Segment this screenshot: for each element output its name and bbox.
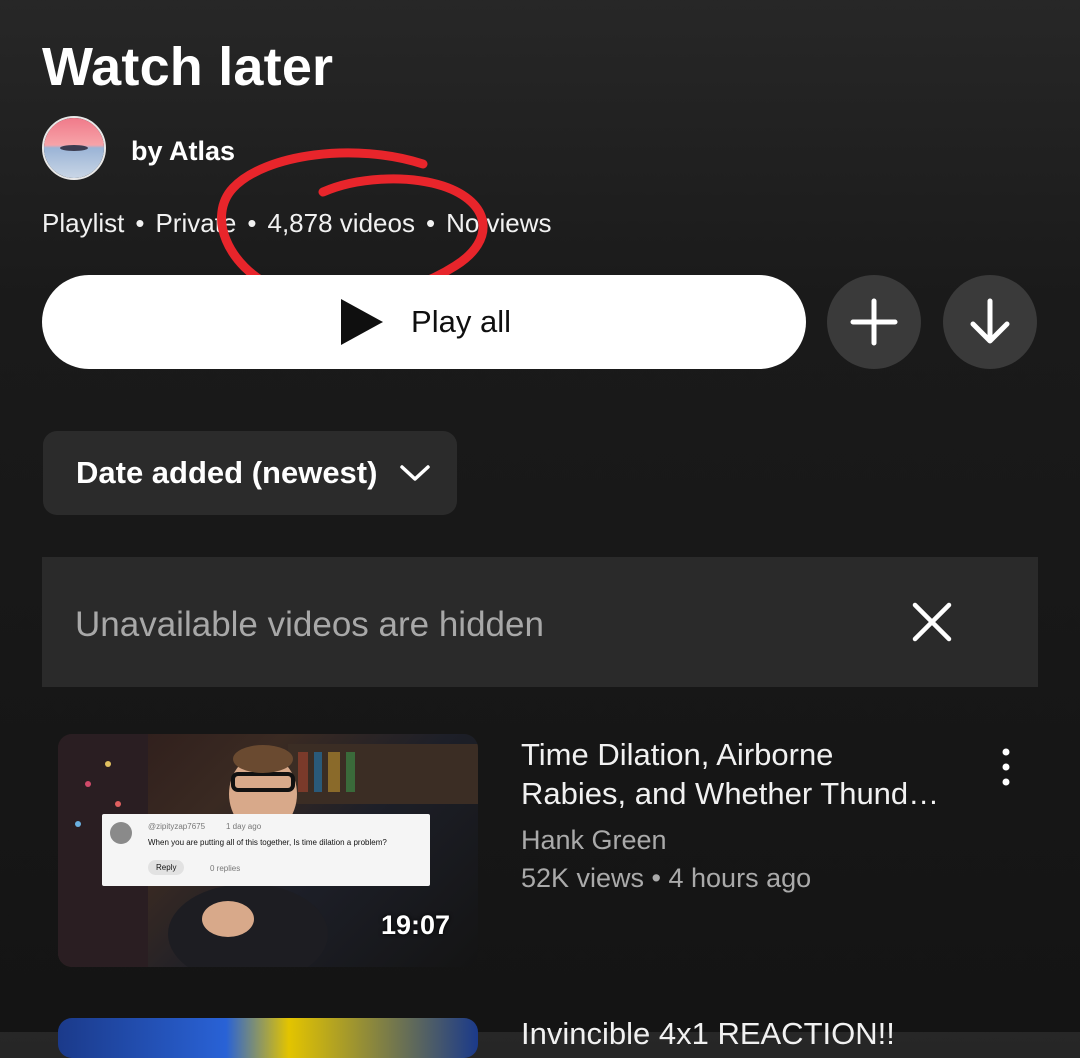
sort-selected-label: Date added (newest) <box>76 455 378 490</box>
meta-views: No views <box>446 208 552 238</box>
comment-avatar <box>110 822 132 844</box>
play-icon <box>341 299 384 345</box>
comment-reply: Reply <box>148 860 185 875</box>
meta-separator: • <box>247 208 257 238</box>
comment-text: When you are putting all of this togethe… <box>148 838 387 847</box>
video-channel[interactable]: Hank Green <box>521 825 667 856</box>
download-arrow-icon <box>970 298 1010 344</box>
meta-separator: • <box>425 208 436 238</box>
add-to-button[interactable] <box>827 275 921 369</box>
meta-privacy: Private <box>155 208 237 238</box>
page-title: Watch later <box>42 37 334 97</box>
plus-icon <box>850 298 898 346</box>
video-duration: 19:07 <box>380 910 450 940</box>
thumbnail-comment-card: @zipityzap7675 1 day ago When you are pu… <box>102 814 430 886</box>
meta-type: Playlist <box>42 208 125 238</box>
download-button[interactable] <box>943 275 1037 369</box>
play-all-button[interactable]: Play all <box>42 275 806 369</box>
play-all-label: Play all <box>411 304 511 339</box>
avatar[interactable] <box>42 116 106 180</box>
meta-separator: • <box>135 208 145 238</box>
video-title-line1: Time Dilation, Airborne <box>521 737 834 772</box>
playlist-meta: Playlist • Private • 4,878 videos • No views <box>42 208 552 239</box>
playlist-owner[interactable]: by Atlas <box>131 136 235 167</box>
comment-replies: 0 replies <box>210 864 241 873</box>
video-title[interactable]: Time Dilation, Airborne Rabies, and Whet… <box>521 735 961 813</box>
unavailable-videos-notice: Unavailable videos are hidden <box>42 557 1038 687</box>
video-thumbnail-2[interactable] <box>58 1018 478 1058</box>
comment-time: 1 day ago <box>226 822 262 831</box>
video-title-line2: Rabies, and Whether Thund… <box>521 776 940 811</box>
video-thumbnail[interactable]: @zipityzap7675 1 day ago When you are pu… <box>58 734 478 967</box>
meta-video-count: 4,878 videos <box>267 208 415 238</box>
video-stats: 52K views • 4 hours ago <box>521 863 812 893</box>
comment-handle: @zipityzap7675 <box>148 822 206 831</box>
notice-close-button[interactable] <box>900 594 964 650</box>
avatar-image <box>44 118 104 178</box>
more-options-icon[interactable] <box>990 745 1022 789</box>
chevron-down-icon <box>400 465 431 481</box>
video-title-2[interactable]: Invincible 4x1 REACTION!! <box>521 1016 895 1052</box>
close-icon <box>912 602 952 642</box>
sort-dropdown[interactable]: Date added (newest) <box>43 431 457 515</box>
notice-text: Unavailable videos are hidden <box>75 605 544 644</box>
